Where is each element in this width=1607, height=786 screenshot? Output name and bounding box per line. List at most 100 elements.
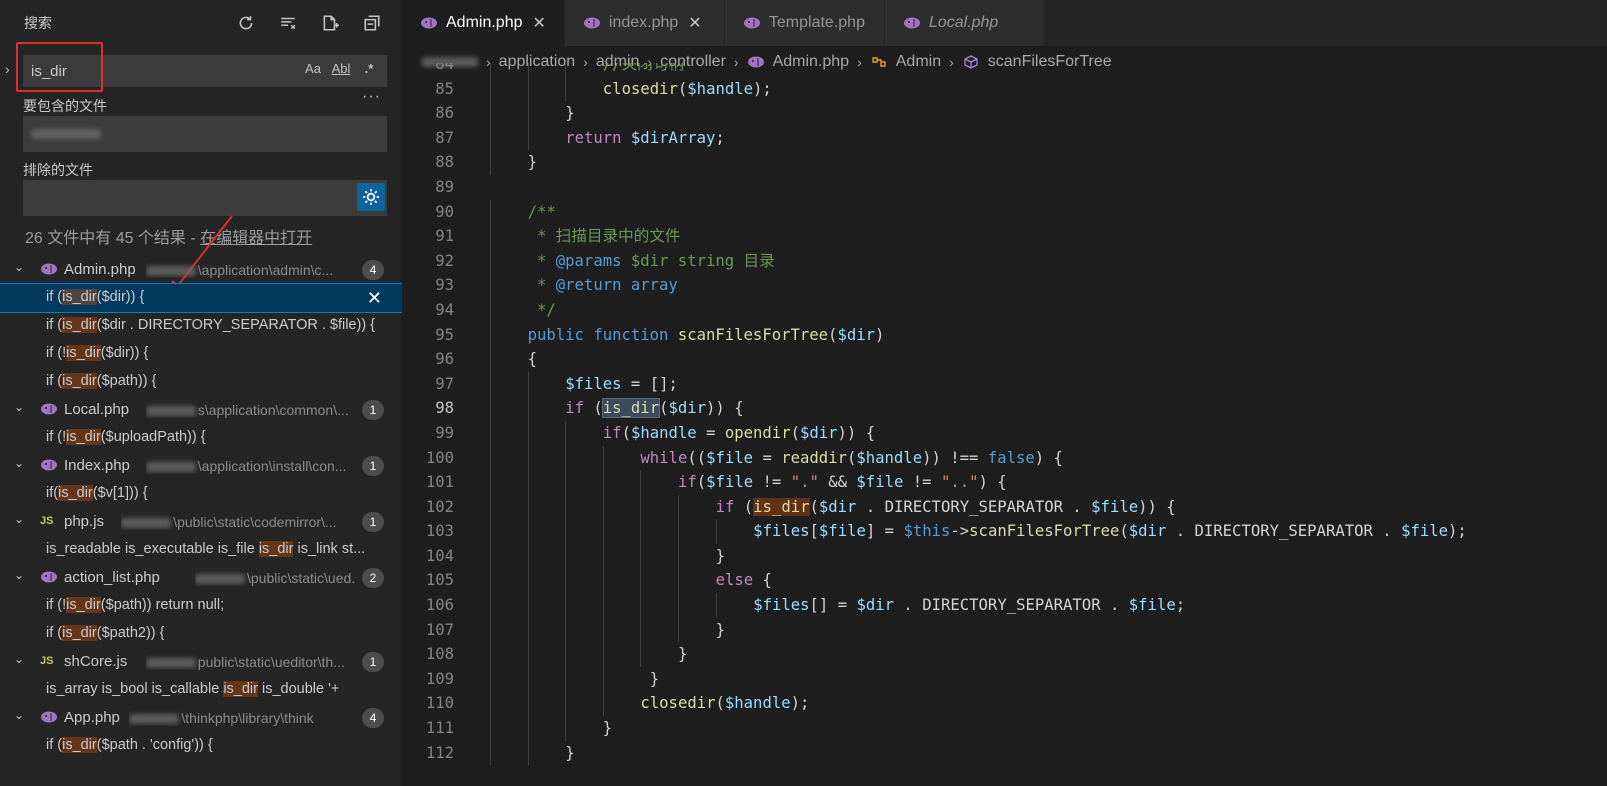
chevron-down-icon[interactable]: ⌄ xyxy=(14,652,28,666)
match-result[interactable]: if (is_dir($path)) { xyxy=(0,368,402,396)
match-result[interactable]: if (is_dir($path2)) { xyxy=(0,620,402,648)
new-search-editor-icon[interactable] xyxy=(319,12,341,34)
indent-guide xyxy=(490,716,491,741)
file-result[interactable]: ⌄ JS php.js \public\static\codemirror\... 1 xyxy=(0,508,402,536)
match-before: if (! xyxy=(46,429,67,445)
code-line: 101 if($file != "." && $file != "..") { xyxy=(402,470,1607,495)
tab-local-php[interactable]: Local.php xyxy=(884,0,1045,46)
dismiss-icon[interactable]: ✕ xyxy=(367,289,382,307)
line-number: 108 xyxy=(425,645,454,664)
js-file-icon: JS xyxy=(40,655,54,667)
line-number: 101 xyxy=(425,473,454,492)
indent-guide xyxy=(602,642,604,667)
line-number: 90 xyxy=(435,202,454,221)
indent-guide xyxy=(527,396,529,421)
file-result[interactable]: ⌄ App.php \thinkphp\library\think 4 xyxy=(0,704,402,732)
line-number: 95 xyxy=(435,325,454,344)
exclude-field[interactable] xyxy=(23,180,387,216)
file-name: action_list.php xyxy=(64,569,160,586)
chevron-right-icon[interactable]: › xyxy=(5,61,17,81)
indent-guide xyxy=(490,63,491,77)
indent-guide xyxy=(640,617,642,643)
close-icon[interactable]: ✕ xyxy=(688,13,701,33)
close-icon[interactable]: ✕ xyxy=(533,13,546,33)
match-result[interactable]: if(is_dir($v[1])) { xyxy=(0,480,402,508)
code-line: 98 if (is_dir($dir)) { xyxy=(402,396,1607,421)
match-result[interactable]: if (!is_dir($uploadPath)) { xyxy=(0,424,402,452)
tab-bar-filler xyxy=(1044,0,1607,46)
match-whole-word-icon[interactable]: Abl xyxy=(331,61,351,76)
match-result[interactable]: if (!is_dir($path)) return null; xyxy=(0,592,402,620)
indent-guide xyxy=(565,666,567,692)
indent-guide xyxy=(527,470,529,495)
php-file-icon xyxy=(903,16,921,30)
file-result[interactable]: ⌄ action_list.php \public\static\ued... 2 xyxy=(0,564,402,592)
indent-guide xyxy=(527,519,529,544)
more-options-icon[interactable]: ··· xyxy=(362,88,381,106)
file-result[interactable]: ⌄ Admin.php \application\admin\c... 4 xyxy=(0,256,402,284)
match-result[interactable]: is_readable is_executable is_file is_dir… xyxy=(0,536,402,564)
include-field[interactable] xyxy=(23,116,387,152)
indent-guide xyxy=(602,666,604,692)
match-highlight: is_dir xyxy=(66,597,101,613)
match-result[interactable]: is_array is_bool is_callable is_dir is_d… xyxy=(0,676,402,704)
line-number: 85 xyxy=(435,79,454,98)
match-result[interactable]: if (is_dir($path . 'config')) { xyxy=(0,732,402,760)
open-in-editor-link[interactable]: 在编辑器中打开 xyxy=(200,230,312,247)
refresh-icon[interactable] xyxy=(235,12,257,34)
results-summary: 26 文件中有 45 个结果 - 在编辑器中打开 xyxy=(25,224,312,248)
code-text: } xyxy=(602,719,613,738)
indent-guide xyxy=(640,568,642,594)
indent-guide xyxy=(565,420,567,446)
file-name: Local.php xyxy=(64,401,130,418)
search-input[interactable] xyxy=(31,61,291,81)
exclude-label: 排除的文件 xyxy=(23,162,93,178)
code-line: 105 else { xyxy=(402,568,1607,594)
match-result[interactable]: if (is_dir($dir . DIRECTORY_SEPARATOR . … xyxy=(0,312,402,340)
chevron-down-icon[interactable]: ⌄ xyxy=(14,568,28,582)
indent-guide xyxy=(527,740,529,766)
line-number: 105 xyxy=(425,571,454,590)
indent-guide xyxy=(490,322,491,348)
code-text: } xyxy=(715,546,725,565)
line-number: 92 xyxy=(435,251,454,270)
line-number: 96 xyxy=(435,350,454,369)
match-case-icon[interactable]: Aa xyxy=(303,61,323,76)
match-before: if ( xyxy=(46,373,63,389)
file-name: shCore.js xyxy=(64,653,128,670)
tab-index-php[interactable]: index.php ✕ xyxy=(564,0,725,46)
indent-guide xyxy=(565,642,567,667)
use-exclude-settings-icon[interactable] xyxy=(357,183,385,211)
match-before: is_array is_bool is_callable xyxy=(46,681,224,697)
file-result[interactable]: ⌄ Local.php s\application\common\... 1 xyxy=(0,396,402,424)
code-area[interactable]: 84 //关闭句柄 85 closedir($handle); 86} 87 return … xyxy=(402,63,1607,786)
code-text: $files[$file] = $this->scanFilesForTree(… xyxy=(753,522,1467,541)
chevron-down-icon[interactable]: ⌄ xyxy=(14,400,28,414)
chevron-down-icon[interactable]: ⌄ xyxy=(14,456,28,470)
chevron-down-icon[interactable]: ⌄ xyxy=(14,512,28,526)
code-line: 112} xyxy=(402,740,1607,766)
chevron-down-icon[interactable]: ⌄ xyxy=(14,260,28,274)
code-line: 104} xyxy=(402,543,1607,569)
code-text: return $dirArray; xyxy=(565,128,725,147)
indent-guide xyxy=(640,642,642,667)
regex-icon[interactable]: .* xyxy=(359,61,379,76)
file-result[interactable]: ⌄ Index.php \application\install\con... 1 xyxy=(0,452,402,480)
tab-template-php[interactable]: Template.php xyxy=(724,0,885,46)
match-count-badge: 1 xyxy=(362,400,384,420)
clear-results-icon[interactable] xyxy=(277,12,299,34)
indent-guide xyxy=(490,691,491,717)
path-text: \application\admin\c... xyxy=(197,262,334,278)
file-result[interactable]: ⌄ JS shCore.js public\static\ueditor\th... 1 xyxy=(0,648,402,676)
code-text: * 扫描目录中的文件 xyxy=(527,227,681,246)
collapse-all-icon[interactable] xyxy=(361,12,383,34)
match-result[interactable]: if (is_dir($dir)) {✕ xyxy=(0,283,403,313)
match-after: ($path)) return null; xyxy=(100,597,225,613)
php-file-icon xyxy=(40,570,58,586)
tab-admin-php[interactable]: Admin.php ✕ xyxy=(402,0,565,46)
summary-text: 26 文件中有 45 个结果 - xyxy=(25,230,201,247)
chevron-down-icon[interactable]: ⌄ xyxy=(14,708,28,722)
indent-guide xyxy=(715,593,717,618)
match-result[interactable]: if (!is_dir($dir)) { xyxy=(0,340,402,368)
match-before: if ( xyxy=(46,737,63,753)
